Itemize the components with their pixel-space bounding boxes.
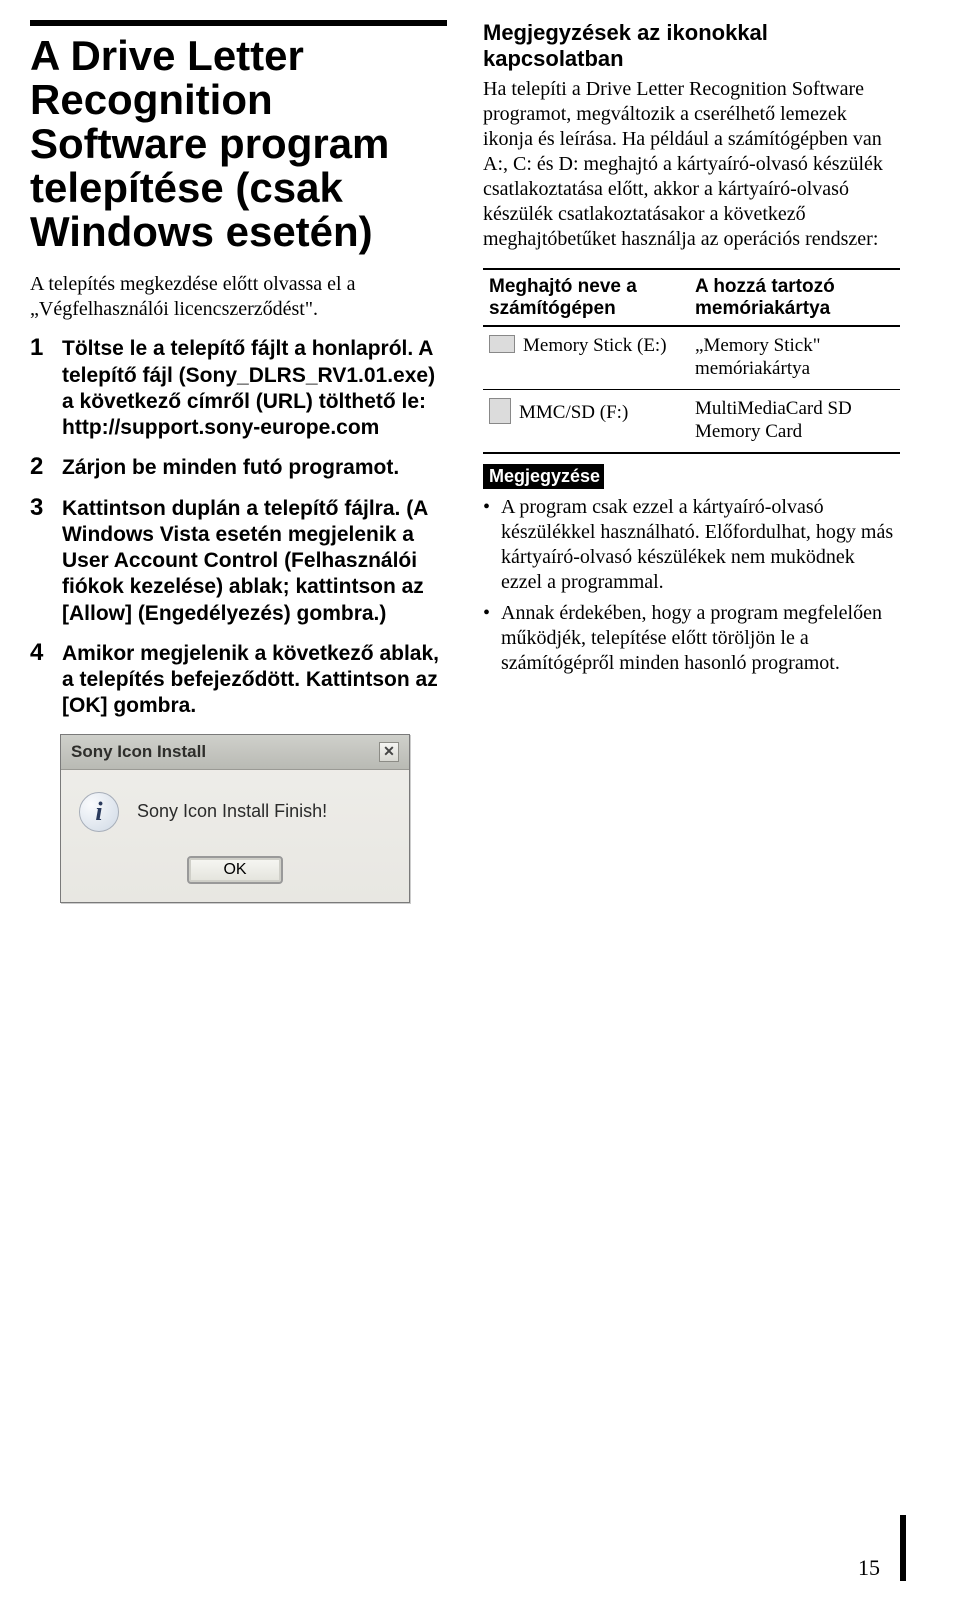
step-number: 4 [30,641,50,720]
drive-icon [489,335,515,353]
dialog-titlebar: Sony Icon Install ✕ [61,735,409,770]
step-3: 3 Kattintson duplán a telepítő fájlra. (… [30,496,447,627]
drive-name: Memory Stick (E:) [523,335,667,356]
drive-name: MMC/SD (F:) [519,402,628,423]
step-number: 1 [30,336,50,441]
table-header-drive: Meghajtó neve a számítógépen [483,269,689,327]
step-number: 2 [30,455,50,481]
section-title: A Drive Letter Recognition Software prog… [30,34,447,254]
step-text: Kattintson duplán a telepítő fájlra. (A … [62,496,447,627]
page-number: 15 [858,1515,906,1581]
dialog-message: Sony Icon Install Finish! [137,801,327,822]
notes-paragraph: Ha telepíti a Drive Letter Recognition S… [483,77,900,252]
close-icon[interactable]: ✕ [379,742,399,762]
note-label: Megjegyzése [483,464,604,489]
step-text: Töltse le a telepítő fájlt a honlapról. … [62,336,447,441]
step-text: Zárjon be minden futó programot. [62,455,447,481]
list-item: Annak érdekében, hogy a program megfelel… [483,601,900,676]
card-name: MultiMediaCard SD Memory Card [689,390,900,453]
drive-icon [489,398,511,424]
table-header-card: A hozzá tartozó memóriakártya [689,269,900,327]
intro-text: A telepítés megkezdése előtt olvassa el … [30,272,447,322]
table-row: Memory Stick (E:) „Memory Stick" memória… [483,326,900,389]
note-bullets: A program csak ezzel a kártyaíró-olvasó … [483,495,900,676]
notes-heading: Megjegyzések az ikonokkal kapcsolatban [483,20,900,73]
card-name: „Memory Stick" memóriakártya [689,326,900,389]
drive-table: Meghajtó neve a számítógépen A hozzá tar… [483,268,900,454]
step-4: 4 Amikor megjelenik a következő ablak, a… [30,641,447,720]
table-row: MMC/SD (F:) MultiMediaCard SD Memory Car… [483,390,900,453]
step-number: 3 [30,496,50,627]
step-text: Amikor megjelenik a következő ablak, a t… [62,641,447,720]
step-1: 1 Töltse le a telepítő fájlt a honlapról… [30,336,447,441]
dialog-title-text: Sony Icon Install [71,742,206,762]
ok-button[interactable]: OK [187,856,282,884]
list-item: A program csak ezzel a kártyaíró-olvasó … [483,495,900,595]
heading-rule [30,20,447,26]
info-icon: i [79,792,119,832]
step-2: 2 Zárjon be minden futó programot. [30,455,447,481]
install-dialog: Sony Icon Install ✕ i Sony Icon Install … [60,734,410,903]
